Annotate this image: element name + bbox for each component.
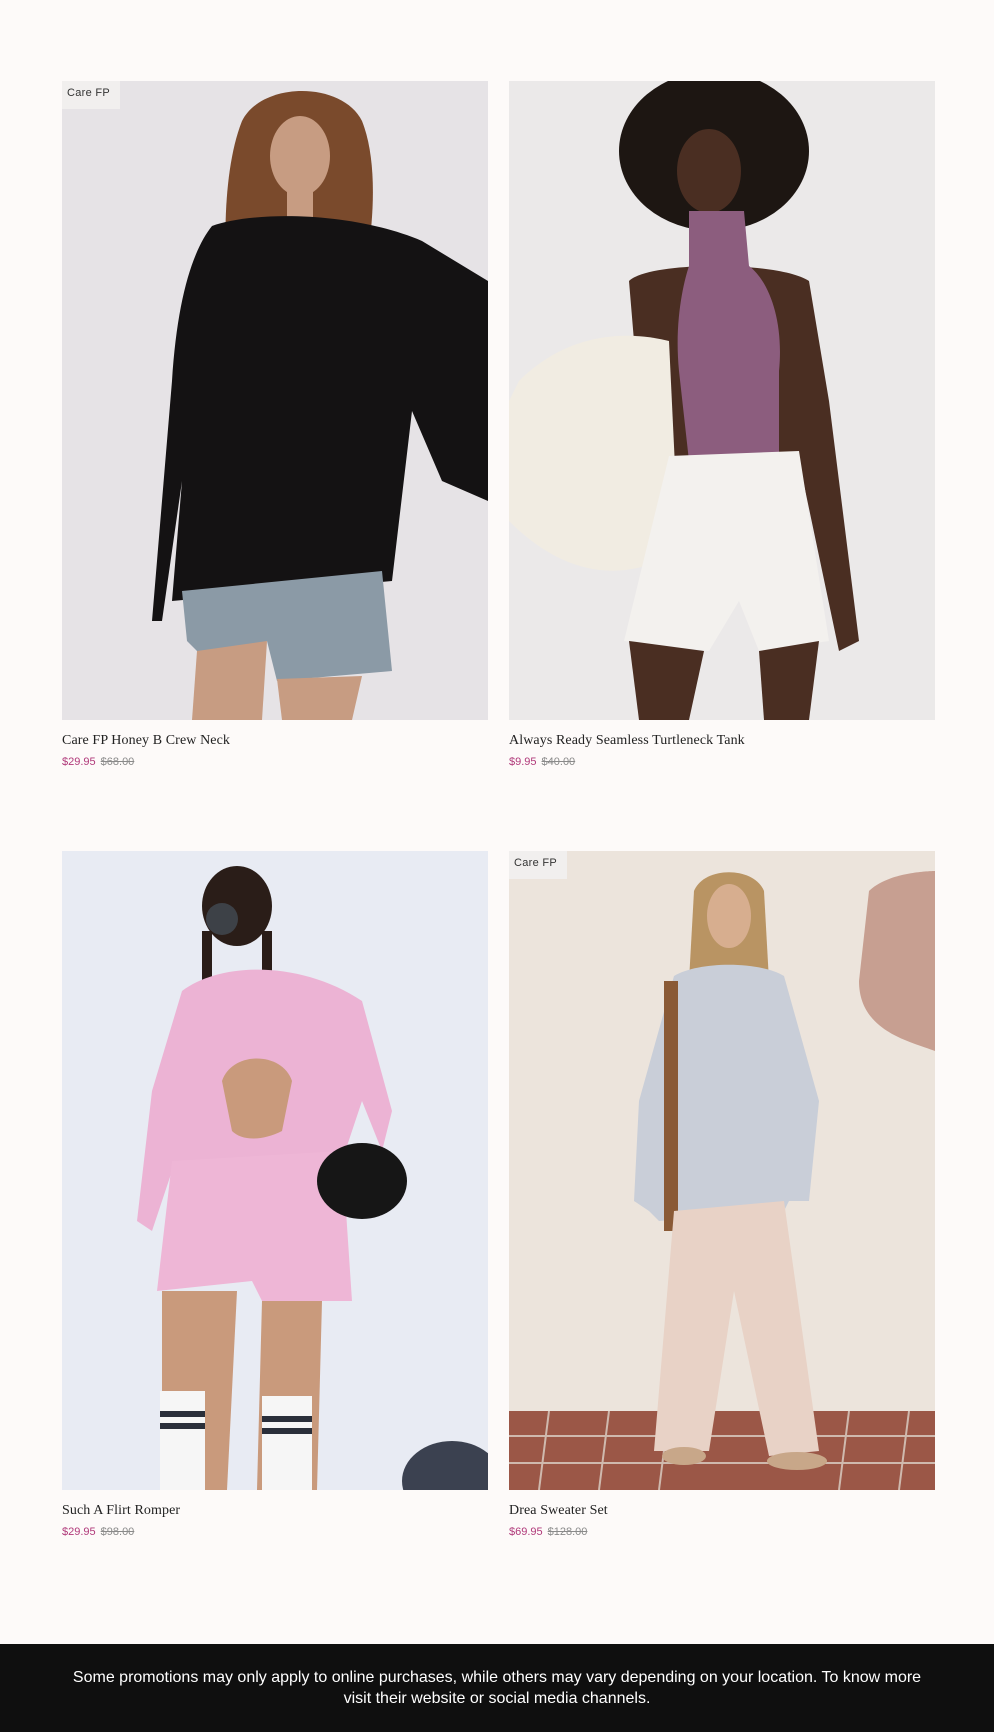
product-photo — [509, 81, 935, 720]
sale-price: $9.95 — [509, 756, 537, 768]
original-price: $98.00 — [100, 1526, 135, 1538]
product-prices: $29.95 $98.00 — [62, 1526, 488, 1538]
product-card[interactable]: Always Ready Seamless Turtleneck Tank $9… — [509, 81, 935, 768]
product-prices: $69.95 $128.00 — [509, 1526, 935, 1538]
product-prices: $9.95 $40.00 — [509, 756, 935, 768]
product-title[interactable]: Always Ready Seamless Turtleneck Tank — [509, 733, 935, 749]
sale-price: $29.95 — [62, 1526, 96, 1538]
product-title[interactable]: Care FP Honey B Crew Neck — [62, 733, 488, 749]
sale-price: $69.95 — [509, 1526, 543, 1538]
product-photo — [62, 81, 488, 720]
product-title[interactable]: Such A Flirt Romper — [62, 1503, 488, 1519]
promo-footer: Some promotions may only apply to online… — [0, 1644, 994, 1732]
product-card[interactable]: Such A Flirt Romper $29.95 $98.00 — [62, 851, 488, 1538]
product-card[interactable]: Care FP Drea Sweater Set $69.95 $128.00 — [509, 851, 935, 1538]
original-price: $40.00 — [541, 756, 576, 768]
product-title[interactable]: Drea Sweater Set — [509, 1503, 935, 1519]
product-image[interactable] — [62, 851, 488, 1490]
product-photo — [62, 851, 488, 1490]
product-badge: Care FP — [62, 81, 121, 109]
product-card[interactable]: Care FP Care FP Honey B Crew Neck $29.95… — [62, 81, 488, 768]
sale-price: $29.95 — [62, 756, 96, 768]
product-badge: Care FP — [509, 851, 568, 879]
promo-disclaimer: Some promotions may only apply to online… — [72, 1669, 922, 1707]
product-photo — [509, 851, 935, 1490]
original-price: $128.00 — [547, 1526, 588, 1538]
product-image[interactable]: Care FP — [62, 81, 488, 720]
product-grid: Care FP Care FP Honey B Crew Neck $29.95… — [62, 81, 935, 1538]
product-prices: $29.95 $68.00 — [62, 756, 488, 768]
original-price: $68.00 — [100, 756, 135, 768]
product-image[interactable]: Care FP — [509, 851, 935, 1490]
product-image[interactable] — [509, 81, 935, 720]
